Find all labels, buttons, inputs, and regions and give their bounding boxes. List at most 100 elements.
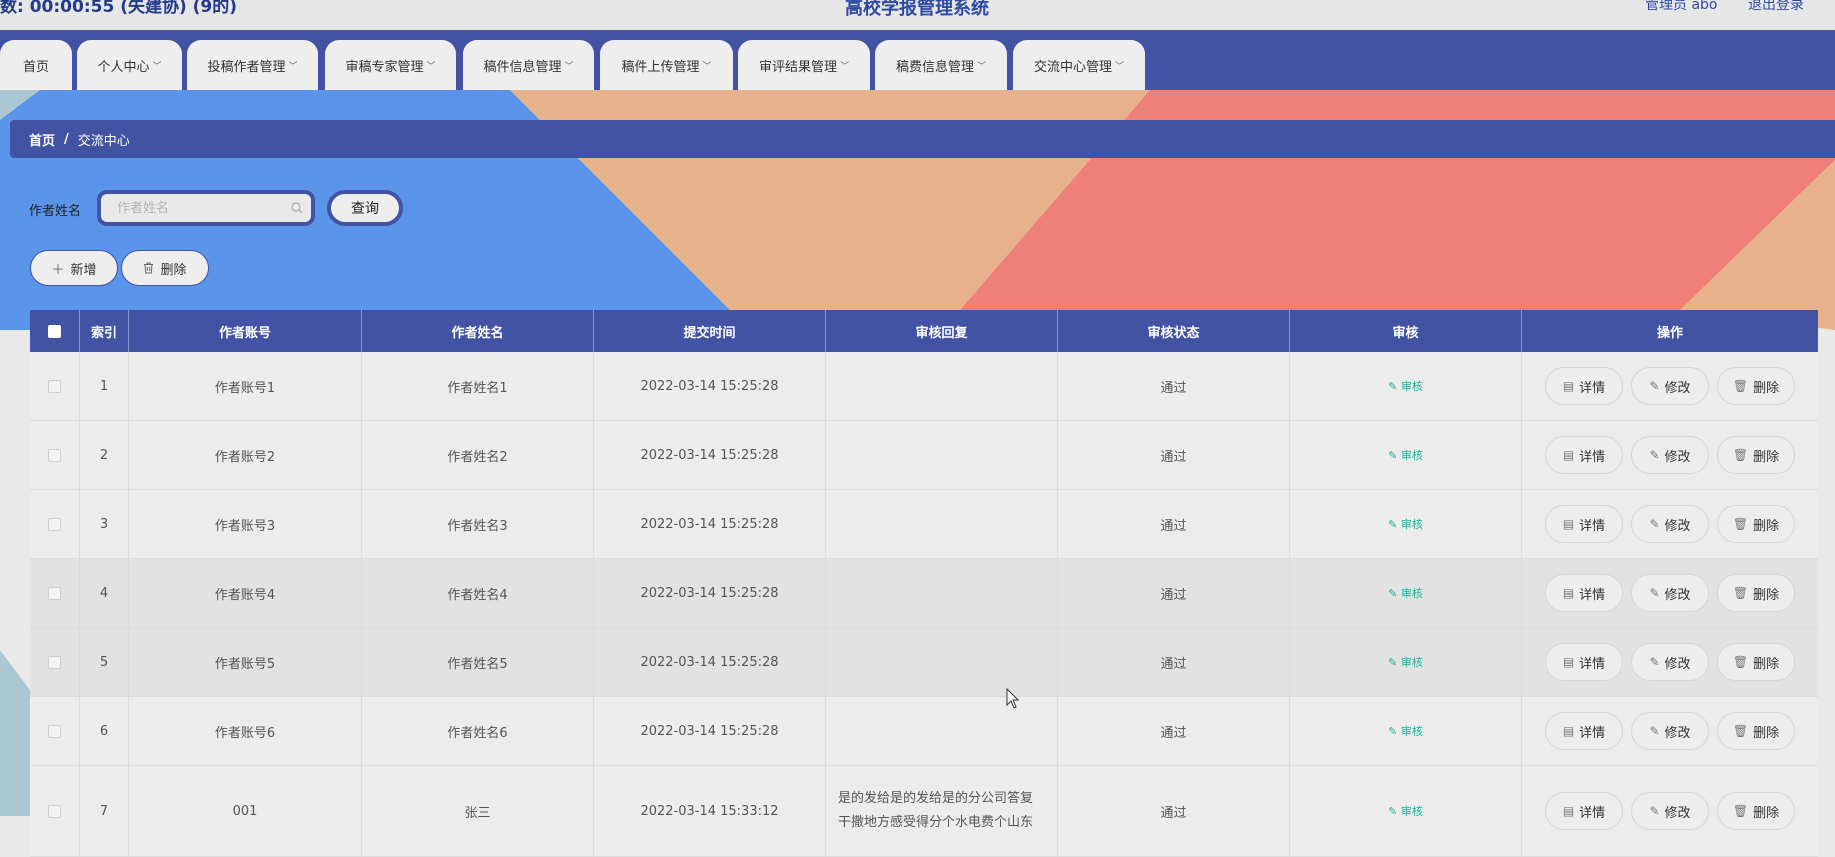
- select-all-checkbox[interactable]: [48, 324, 61, 338]
- audit-link[interactable]: ✎ 审核: [1388, 654, 1423, 670]
- delete-button[interactable]: 🗑 删除: [1717, 712, 1795, 750]
- cell-status: 通过: [1058, 559, 1290, 627]
- query-button[interactable]: 查询: [327, 190, 403, 226]
- edit-button[interactable]: ✎ 修改: [1631, 712, 1709, 750]
- cell-index: 2: [80, 421, 129, 489]
- delete-button[interactable]: 🗑 删除: [1717, 643, 1795, 681]
- cell-account: 作者账号2: [129, 421, 362, 489]
- edit-label: 修改: [1664, 449, 1691, 465]
- chevron-down-icon: ﹀: [840, 61, 850, 72]
- edit-button[interactable]: ✎ 修改: [1631, 367, 1709, 405]
- cell-status: 通过: [1058, 421, 1290, 489]
- batch-delete-button[interactable]: 删除: [121, 250, 209, 286]
- chevron-down-icon: ﹀: [1115, 61, 1125, 72]
- edit-button[interactable]: ✎ 修改: [1631, 643, 1709, 681]
- cell-time: 2022-03-14 15:25:28: [594, 697, 826, 765]
- header-account: 作者账号: [129, 310, 362, 352]
- nav-item-authors[interactable]: 投稿作者管理 ﹀: [187, 40, 318, 90]
- search-field: [97, 190, 315, 226]
- nav-item-manuscripts[interactable]: 稿件信息管理 ﹀: [463, 40, 594, 90]
- cell-reply: [826, 697, 1058, 765]
- audit-link[interactable]: ✎ 审核: [1388, 803, 1423, 819]
- trash-icon: 🗑: [1732, 586, 1749, 600]
- edit-button[interactable]: ✎ 修改: [1631, 436, 1709, 474]
- detail-label: 详情: [1579, 656, 1606, 672]
- cell-name: 作者姓名4: [362, 559, 594, 627]
- breadcrumb-home[interactable]: 首页: [29, 130, 55, 149]
- cell-name: 张三: [362, 766, 594, 856]
- table-row: 4 作者账号4 作者姓名4 2022-03-14 15:25:28 通过 ✎ 审…: [30, 559, 1818, 628]
- detail-button[interactable]: ▤ 详情: [1545, 712, 1623, 750]
- edit-label: 修改: [1664, 380, 1691, 396]
- nav-item-label: 个人中心: [97, 59, 150, 75]
- delete-button[interactable]: 🗑 删除: [1717, 505, 1795, 543]
- detail-button[interactable]: ▤ 详情: [1545, 643, 1623, 681]
- nav-item-label: 稿件上传管理: [621, 59, 700, 75]
- edit-icon: ✎: [1388, 587, 1398, 600]
- row-checkbox[interactable]: [48, 586, 61, 600]
- current-user: 管理员 abo: [1645, 0, 1718, 13]
- table-row: 6 作者账号6 作者姓名6 2022-03-14 15:25:28 通过 ✎ 审…: [30, 697, 1818, 766]
- logout-link[interactable]: 退出登录: [1748, 0, 1804, 14]
- nav-item-fees[interactable]: 稿费信息管理 ﹀: [875, 40, 1007, 90]
- nav-item-experts[interactable]: 审稿专家管理 ﹀: [325, 40, 456, 90]
- edit-button[interactable]: ✎ 修改: [1631, 792, 1709, 830]
- add-button[interactable]: ＋ 新增: [30, 250, 118, 286]
- nav-item-label: 交流中心管理: [1033, 59, 1112, 75]
- cell-status: 通过: [1058, 697, 1290, 765]
- delete-button[interactable]: 🗑 删除: [1717, 574, 1795, 612]
- cell-index: 6: [80, 697, 129, 765]
- cell-reply: [826, 421, 1058, 489]
- detail-button[interactable]: ▤ 详情: [1545, 367, 1623, 405]
- chevron-down-icon: ﹀: [702, 61, 712, 72]
- edit-button[interactable]: ✎ 修改: [1631, 505, 1709, 543]
- detail-button[interactable]: ▤ 详情: [1545, 436, 1623, 474]
- edit-button[interactable]: ✎ 修改: [1631, 574, 1709, 612]
- trash-icon: 🗑: [1732, 379, 1749, 393]
- delete-button[interactable]: 🗑 删除: [1717, 436, 1795, 474]
- header-audit: 审核: [1290, 310, 1522, 352]
- detail-button[interactable]: ▤ 详情: [1545, 574, 1623, 612]
- header-time: 提交时间: [594, 310, 826, 352]
- audit-link[interactable]: ✎ 审核: [1388, 516, 1423, 532]
- cell-time: 2022-03-14 15:25:28: [594, 490, 826, 558]
- detail-button[interactable]: ▤ 详情: [1545, 505, 1623, 543]
- delete-button[interactable]: 🗑 删除: [1717, 792, 1795, 830]
- nav-item-home[interactable]: 首页: [0, 40, 72, 90]
- trash-icon: 🗑: [1732, 724, 1749, 738]
- nav-item-reviews[interactable]: 审评结果管理 ﹀: [738, 40, 870, 90]
- cell-account: 作者账号6: [129, 697, 362, 765]
- search-input[interactable]: [115, 199, 294, 217]
- cell-name: 作者姓名5: [362, 628, 594, 696]
- detail-label: 详情: [1579, 725, 1606, 741]
- header-reply: 审核回复: [826, 310, 1058, 352]
- nav-item-uploads[interactable]: 稿件上传管理 ﹀: [600, 40, 733, 90]
- cell-index: 4: [80, 559, 129, 627]
- edit-icon: ✎: [1388, 449, 1398, 462]
- audit-link[interactable]: ✎ 审核: [1388, 585, 1423, 601]
- table-row: 7 001 张三 2022-03-14 15:33:12 是的发给是的发给是的分…: [30, 766, 1818, 857]
- audit-link[interactable]: ✎ 审核: [1388, 723, 1423, 739]
- row-checkbox[interactable]: [48, 517, 61, 531]
- cell-reply: 是的发给是的发给是的分公司答复干撒地方感受得分个水电费个山东: [826, 766, 1058, 856]
- detail-button[interactable]: ▤ 详情: [1545, 792, 1623, 830]
- chevron-down-icon: ﹀: [288, 61, 298, 72]
- breadcrumb-current: 交流中心: [77, 133, 130, 149]
- row-checkbox[interactable]: [48, 724, 61, 738]
- edit-icon: ✎: [1388, 518, 1398, 531]
- audit-link[interactable]: ✎ 审核: [1388, 447, 1423, 463]
- edit-icon: ✎: [1388, 656, 1398, 669]
- nav-item-personal[interactable]: 个人中心 ﹀: [77, 40, 182, 90]
- app-title: 高校学报管理系统: [845, 0, 989, 19]
- edit-icon: ✎: [1388, 380, 1398, 393]
- audit-link[interactable]: ✎ 审核: [1388, 378, 1423, 394]
- nav-item-exchange[interactable]: 交流中心管理 ﹀: [1013, 40, 1145, 90]
- table-row: 3 作者账号3 作者姓名3 2022-03-14 15:25:28 通过 ✎ 审…: [30, 490, 1818, 559]
- document-icon: ▤: [1562, 586, 1575, 600]
- audit-label: 审核: [1400, 518, 1423, 531]
- row-checkbox[interactable]: [48, 655, 61, 669]
- trash-icon: [144, 262, 154, 274]
- delete-button[interactable]: 🗑 删除: [1717, 367, 1795, 405]
- row-checkbox[interactable]: [48, 448, 61, 462]
- row-checkbox[interactable]: [48, 379, 61, 393]
